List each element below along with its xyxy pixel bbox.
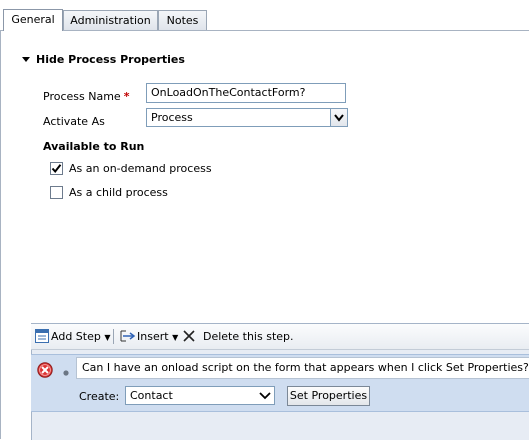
add-step-chevron-icon: ▼	[104, 333, 111, 342]
process-name-label: Process Name *	[43, 90, 129, 103]
create-entity-value: Contact	[130, 389, 173, 402]
child-process-label[interactable]: As a child process	[69, 186, 168, 199]
on-demand-label[interactable]: As an on-demand process	[69, 162, 212, 175]
create-entity-select[interactable]: Contact	[125, 386, 275, 405]
bullet-icon	[63, 366, 69, 379]
panel-border	[0, 31, 1, 439]
tab-notes[interactable]: Notes	[158, 10, 207, 30]
delete-icon[interactable]	[183, 330, 195, 345]
process-name-input[interactable]: OnLoadOnTheContactForm?	[146, 83, 346, 103]
add-step-label: Add Step	[51, 330, 101, 343]
available-to-run-heading: Available to Run	[43, 140, 145, 153]
process-name-value: OnLoadOnTheContactForm?	[151, 86, 306, 99]
create-dropdown-arrow-icon[interactable]	[257, 387, 274, 404]
tab-administration[interactable]: Administration	[63, 10, 158, 30]
process-name-label-text: Process Name	[43, 90, 121, 103]
tab-general[interactable]: General	[3, 9, 63, 31]
activate-as-select[interactable]: Process	[146, 108, 348, 127]
section-toggle[interactable]: Hide Process Properties	[22, 53, 185, 66]
on-demand-checkbox[interactable]	[50, 162, 63, 175]
add-step-icon[interactable]	[35, 329, 49, 346]
set-properties-button[interactable]: Set Properties	[287, 386, 370, 406]
insert-chevron-icon: ▼	[172, 333, 179, 342]
collapse-triangle-icon	[22, 57, 30, 62]
checkmark-icon	[51, 164, 62, 174]
section-title: Hide Process Properties	[36, 53, 185, 66]
step-description-input[interactable]: Can I have an onload script on the form …	[76, 357, 529, 379]
add-step-button[interactable]: Add Step ▼	[51, 330, 111, 343]
create-label: Create:	[79, 390, 120, 403]
child-process-checkbox[interactable]	[50, 186, 63, 199]
insert-button[interactable]: Insert ▼	[137, 330, 178, 343]
delete-step-button[interactable]: Delete this step.	[203, 330, 294, 343]
error-icon	[37, 362, 53, 381]
required-mark: *	[123, 90, 130, 103]
toolbar-separator	[113, 329, 114, 344]
step-description: Can I have an onload script on the form …	[82, 361, 529, 374]
activate-as-value: Process	[151, 111, 193, 124]
insert-icon[interactable]	[120, 329, 138, 346]
dropdown-arrow-icon[interactable]	[330, 109, 347, 126]
activate-as-label: Activate As	[43, 115, 105, 128]
insert-label: Insert	[137, 330, 169, 343]
